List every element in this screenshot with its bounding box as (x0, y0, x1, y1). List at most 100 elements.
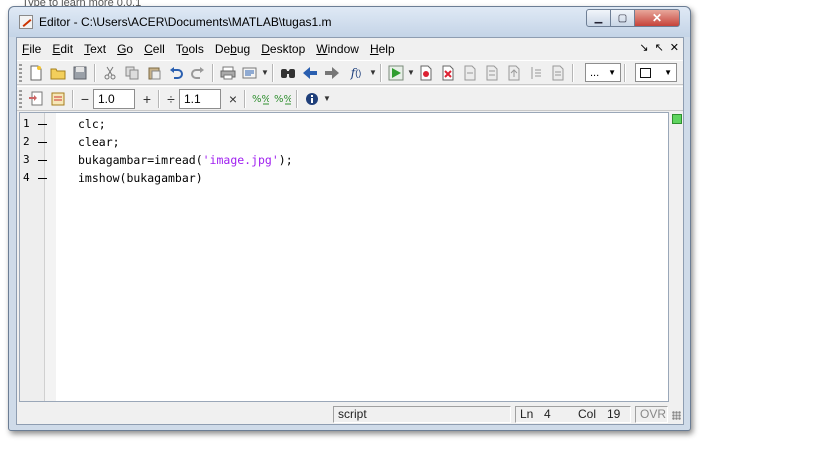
menu-item[interactable]: Tools (171, 38, 210, 60)
executable-line-marker[interactable] (38, 178, 47, 179)
show-cell-titles-icon[interactable]: %% (251, 90, 269, 108)
menu-item[interactable]: Edit (47, 38, 79, 60)
title-bar[interactable]: Editor - C:\Users\ACER\Documents\MATLAB\… (9, 7, 690, 37)
scale-value-input[interactable] (179, 88, 221, 109)
menu-item-text: ols (188, 42, 204, 56)
function-icon[interactable]: f() (345, 64, 367, 82)
column-label: Col (578, 407, 597, 421)
cut-icon[interactable] (101, 64, 119, 82)
menu-item-text: dit (60, 42, 74, 56)
toolbar-grip[interactable] (19, 63, 22, 82)
menu-item[interactable]: Debug (210, 38, 256, 60)
step-out-icon[interactable] (505, 64, 523, 82)
info-dropdown-icon[interactable]: ▼ (323, 94, 331, 103)
undock-icon[interactable]: ↘ (639, 41, 648, 54)
single-window-layout-icon (640, 67, 651, 78)
chevron-down-icon: ▼ (608, 68, 616, 77)
minimize-button[interactable]: ▁ (586, 9, 611, 27)
decrement-button[interactable]: − (77, 91, 93, 107)
divide-button[interactable]: ÷ (163, 91, 179, 107)
back-icon[interactable] (301, 64, 319, 82)
run-icon[interactable] (387, 64, 405, 82)
toolbar-grip[interactable] (19, 89, 22, 108)
toolbar-separator (72, 89, 74, 108)
code-line[interactable]: 3 bukagambar=imread('image.jpg'); (20, 151, 668, 169)
increment-button[interactable]: + (139, 91, 155, 107)
save-icon[interactable] (71, 64, 89, 82)
increment-value-input[interactable] (93, 88, 135, 109)
info-icon[interactable] (303, 90, 321, 108)
code-analyzer-ok-indicator[interactable] (672, 114, 682, 124)
copy-icon[interactable] (123, 64, 141, 82)
menu-item[interactable]: Help (365, 38, 401, 60)
close-button[interactable]: ✕ (634, 9, 680, 27)
toolbar-separator (572, 63, 574, 82)
stack-combo[interactable]: ... ▼ (585, 63, 621, 82)
insert-cell-break-icon[interactable] (27, 90, 45, 108)
dock-layout-combo[interactable]: ▼ (635, 63, 677, 82)
toolbar-separator (296, 89, 298, 108)
print-icon[interactable] (219, 64, 237, 82)
code-token: imshow(bukagambar) (78, 171, 203, 185)
code-text: bukagambar=imread('image.jpg'); (78, 151, 293, 169)
run-dropdown-icon[interactable]: ▼ (407, 68, 415, 77)
menu-item[interactable]: Desktop (256, 38, 311, 60)
find-icon[interactable] (279, 64, 297, 82)
resize-grip-icon[interactable] (672, 411, 681, 420)
evaluate-cell-icon[interactable] (49, 90, 67, 108)
code-line[interactable]: 2 clear; (20, 133, 668, 151)
status-bar: script Ln 4 Col 19 OVR (17, 405, 683, 424)
undo-icon[interactable] (167, 64, 185, 82)
overwrite-mode-status: OVR (635, 406, 668, 423)
toolbar-separator (624, 63, 626, 82)
code-token: bukagambar=imread( (78, 153, 203, 167)
code-line[interactable]: 1 clc; (20, 115, 668, 133)
close-doc-icon[interactable]: ✕ (670, 41, 679, 54)
editor-client: File Edit Text Go Cell Tools Debug Desktop Windo… (16, 37, 684, 425)
menu-item[interactable]: Text (79, 38, 112, 60)
code-editor[interactable]: 1 clc; 2 clear; 3 bukagambar=imread('image.jp… (19, 112, 669, 402)
vertical-scrollbar[interactable] (670, 112, 683, 402)
maximize-button[interactable]: ▢ (610, 9, 635, 27)
menu-item[interactable]: Go (112, 38, 139, 60)
executable-line-marker[interactable] (38, 124, 47, 125)
forward-icon[interactable] (323, 64, 341, 82)
function-dropdown-icon[interactable]: ▼ (369, 68, 377, 77)
matlab-editor-icon (19, 15, 33, 29)
cell-toolbar: − + ÷ × %% %% ▼ (17, 86, 683, 111)
code-line[interactable]: 4 imshow(bukagambar) (20, 169, 668, 187)
menu-item-text: ell (152, 42, 165, 56)
chevron-down-icon: ▼ (664, 68, 672, 77)
redo-icon[interactable] (189, 64, 207, 82)
paste-icon[interactable] (145, 64, 163, 82)
dock-icon[interactable]: ↖ (655, 41, 664, 54)
code-text: clear; (78, 133, 120, 151)
exit-debug-icon[interactable] (549, 64, 567, 82)
step-in-icon[interactable] (483, 64, 501, 82)
string-literal: 'image.jpg' (202, 153, 279, 167)
open-folder-icon[interactable] (49, 64, 67, 82)
clear-breakpoint-icon[interactable] (439, 64, 457, 82)
multiply-button[interactable]: × (225, 91, 241, 107)
line-value: 4 (544, 407, 551, 421)
continue-icon[interactable] (527, 64, 545, 82)
menu-item[interactable]: Cell (139, 38, 171, 60)
publish-icon[interactable] (241, 64, 259, 82)
new-file-icon[interactable] (27, 64, 45, 82)
menu-item-text: esktop (269, 42, 306, 56)
menu-item[interactable]: Window (311, 38, 365, 60)
step-icon[interactable] (461, 64, 479, 82)
menu-right-controls: ↘ ↖ ✕ (639, 41, 679, 54)
column-value: 19 (607, 407, 621, 421)
maximize-icon: ▢ (617, 12, 628, 24)
set-breakpoint-icon[interactable] (417, 64, 435, 82)
hide-cell-titles-icon[interactable]: %% (273, 90, 291, 108)
menu-item-mnemonic: b (230, 42, 237, 56)
menu-item[interactable]: File (17, 38, 47, 60)
menu-item-mnemonic: C (144, 42, 153, 56)
executable-line-marker[interactable] (38, 142, 47, 143)
stack-combo-value: ... (590, 66, 600, 79)
line-number: 2 (23, 135, 30, 148)
publish-dropdown-icon[interactable]: ▼ (261, 68, 269, 77)
executable-line-marker[interactable] (38, 160, 47, 161)
